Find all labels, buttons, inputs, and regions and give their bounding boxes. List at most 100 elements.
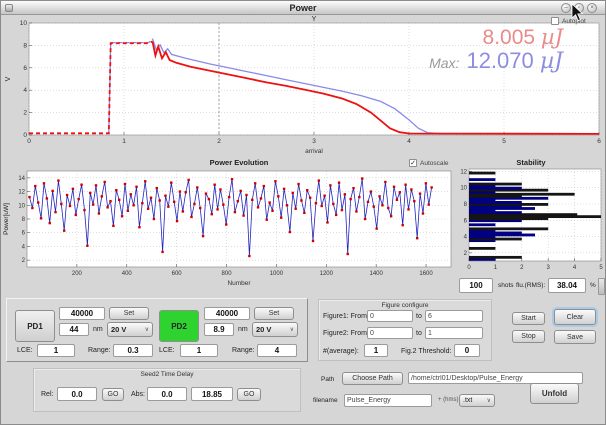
clear-button[interactable]: Clear [554, 309, 596, 325]
power-window: Power – ▫ × 01234560246810YarrivalV Auto… [0, 0, 606, 425]
pd1-voltage-select[interactable]: 20 V ∨ [107, 322, 153, 337]
start-button[interactable]: Start [512, 312, 545, 325]
save-button[interactable]: Save [554, 330, 596, 344]
svg-text:3: 3 [312, 138, 316, 145]
svg-text:1000: 1000 [270, 271, 284, 277]
svg-text:arrival: arrival [305, 148, 323, 155]
svg-text:3: 3 [547, 265, 551, 271]
time-suffix-label: + (hms) [438, 397, 459, 403]
threshold-label: Fig.2 Threshold: [401, 348, 451, 355]
pd1-button[interactable]: PD1 [15, 310, 55, 342]
svg-text:1600: 1600 [419, 271, 433, 277]
pd2-voltage-select[interactable]: 20 V ∨ [252, 322, 298, 337]
rel-go-button[interactable]: GO [102, 388, 124, 401]
window-title: Power [1, 3, 605, 13]
power-evolution-plot: 20040060080010001200140016002468101214Nu… [1, 157, 455, 295]
svg-text:10: 10 [460, 186, 467, 192]
svg-text:4: 4 [23, 87, 27, 94]
svg-text:Number: Number [227, 280, 251, 287]
chevron-down-icon: ∨ [487, 397, 491, 404]
abs-current-input[interactable] [191, 387, 233, 401]
shots-input[interactable] [459, 278, 493, 293]
max-energy-unit: µJ [540, 49, 563, 74]
current-energy-value: 8.005 [483, 26, 536, 49]
to-label-1: to [416, 313, 422, 320]
svg-text:4: 4 [22, 244, 26, 250]
chevron-down-icon: ∨ [290, 326, 294, 333]
svg-text:0: 0 [467, 265, 471, 271]
pd1-nm-label: nm [93, 326, 103, 333]
figure2-to-input[interactable] [425, 327, 483, 339]
checkbox-box-icon [551, 17, 559, 25]
path-label: Path [321, 376, 334, 383]
svg-text:4: 4 [464, 235, 468, 241]
svg-text:5: 5 [599, 265, 603, 271]
pd2-range-label: Range: [232, 347, 255, 354]
pd1-lce-input[interactable] [37, 344, 75, 357]
pd2-range-input[interactable] [257, 344, 297, 357]
svg-text:14: 14 [18, 176, 25, 182]
rms-label: flu.(RMS): [516, 282, 545, 289]
figure2-range-label: Figure2: From [323, 330, 367, 337]
pd1-range-input[interactable] [113, 344, 153, 357]
abs-input[interactable] [147, 387, 187, 401]
rel-input[interactable] [57, 387, 97, 401]
mouse-cursor [571, 4, 583, 22]
svg-text:0: 0 [27, 138, 31, 145]
seed-delay-title: Seed2 Time Delay [34, 371, 300, 378]
filename-label: filename [313, 397, 338, 404]
unfold-button[interactable]: Unfold [530, 383, 579, 404]
figure1-from-input[interactable] [367, 310, 413, 322]
svg-text:4: 4 [573, 265, 577, 271]
svg-text:400: 400 [122, 271, 133, 277]
rel-label: Rel: [41, 391, 53, 398]
average-label: #(average): [323, 348, 359, 355]
svg-text:1400: 1400 [369, 271, 383, 277]
slider-handle[interactable] [598, 278, 605, 295]
svg-text:10: 10 [18, 203, 25, 209]
pd2-lce-label: LCE: [159, 347, 175, 354]
pd1-wavelength-input[interactable] [59, 323, 89, 336]
svg-text:6: 6 [464, 218, 468, 224]
figure1-to-input[interactable] [425, 310, 483, 322]
titlebar: Power – ▫ × [1, 1, 605, 15]
pd2-wavelength-input[interactable] [204, 323, 234, 336]
svg-text:2: 2 [22, 258, 26, 264]
pd2-gain-input[interactable] [204, 307, 250, 320]
pd2-lce-input[interactable] [180, 344, 218, 357]
svg-text:2: 2 [23, 110, 27, 117]
rms-input[interactable] [548, 278, 586, 293]
extension-select[interactable]: .txt ∨ [459, 394, 495, 407]
svg-text:8: 8 [23, 42, 27, 49]
extension-value: .txt [463, 397, 472, 404]
svg-text:1: 1 [122, 138, 126, 145]
current-energy-unit: µJ [541, 25, 563, 49]
svg-text:800: 800 [222, 271, 233, 277]
pd2-nm-label: nm [238, 326, 248, 333]
pd2-voltage-value: 20 V [256, 325, 271, 334]
pd2-set-button[interactable]: Set [254, 307, 294, 320]
threshold-input[interactable] [454, 344, 480, 357]
choose-path-button[interactable]: Choose Path [342, 372, 403, 385]
filename-input[interactable] [344, 394, 432, 407]
average-input[interactable] [364, 344, 388, 357]
minimize-icon[interactable]: – [561, 3, 571, 13]
abs-go-button[interactable]: GO [237, 388, 261, 401]
svg-text:1: 1 [494, 265, 498, 271]
svg-text:V: V [5, 76, 12, 81]
max-label: Max: [429, 55, 459, 71]
pd1-lce-label: LCE: [17, 347, 33, 354]
stability-plot: 01234524681012 [457, 157, 606, 277]
close-icon[interactable]: × [587, 3, 597, 13]
figure2-from-input[interactable] [367, 327, 413, 339]
pd1-voltage-value: 20 V [111, 325, 126, 334]
svg-text:6: 6 [597, 138, 601, 145]
shots-label: shots [498, 282, 514, 289]
stop-button[interactable]: Stop [512, 330, 545, 343]
pd2-button[interactable]: PD2 [159, 310, 199, 342]
chevron-down-icon: ∨ [145, 326, 149, 333]
to-label-2: to [416, 330, 422, 337]
pd1-gain-input[interactable] [59, 307, 105, 320]
svg-text:4: 4 [407, 138, 411, 145]
pd1-set-button[interactable]: Set [109, 307, 149, 320]
